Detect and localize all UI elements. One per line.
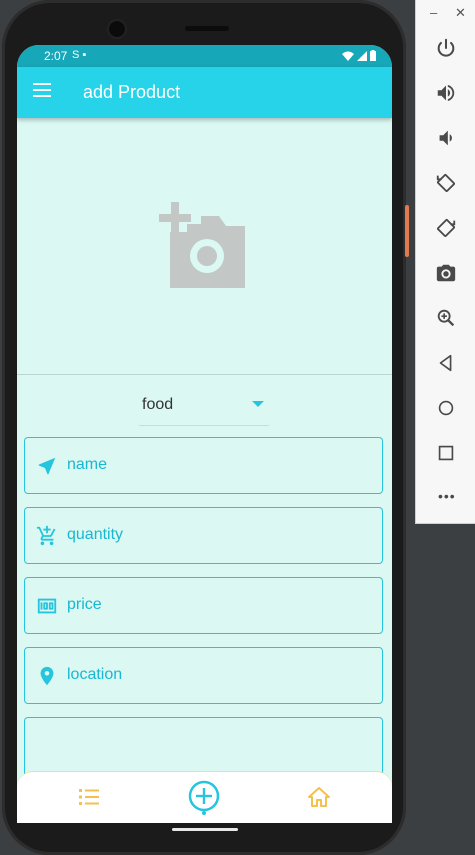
name-field[interactable]	[24, 437, 383, 494]
volume-down-button[interactable]	[434, 126, 458, 150]
signal-icon	[357, 50, 367, 61]
add-circle-icon	[188, 780, 220, 815]
status-notification-icons: S ▪	[72, 49, 87, 61]
home-circle-icon	[438, 400, 454, 416]
dropdown-arrow-icon	[252, 401, 264, 407]
phone-side-button[interactable]	[405, 205, 409, 257]
battery-icon	[370, 50, 376, 61]
navigation-arrow-icon	[38, 457, 56, 475]
rotate-left-button[interactable]	[434, 171, 458, 195]
home-button[interactable]	[434, 396, 458, 420]
nav-list[interactable]	[77, 784, 103, 810]
category-selected-value: food	[142, 396, 174, 413]
add-shopping-cart-icon	[36, 525, 56, 546]
earpiece-speaker	[185, 26, 229, 31]
overview-button[interactable]	[434, 441, 458, 465]
rotate-right-button[interactable]	[434, 216, 458, 240]
menu-icon[interactable]	[33, 83, 51, 97]
minimize-icon[interactable]: –	[430, 5, 437, 20]
power-button[interactable]	[434, 36, 458, 60]
power-icon	[437, 38, 455, 57]
close-icon[interactable]: ✕	[455, 5, 466, 21]
quantity-field[interactable]	[24, 507, 383, 564]
volume-up-icon	[437, 84, 455, 102]
zoom-icon	[437, 309, 455, 327]
price-field[interactable]	[24, 577, 383, 634]
more-icon[interactable]: •••	[438, 488, 456, 504]
rotate-left-icon	[436, 174, 455, 192]
volume-up-button[interactable]	[434, 81, 458, 105]
home-icon	[308, 787, 330, 807]
location-input[interactable]	[67, 666, 367, 684]
volume-down-icon	[439, 130, 452, 146]
zoom-button[interactable]	[434, 306, 458, 330]
wifi-icon	[342, 51, 354, 61]
status-bar: 2:07 S ▪	[17, 45, 392, 67]
overview-icon	[438, 445, 454, 461]
emulator-toolbar: – ✕ •••	[415, 0, 475, 524]
add-a-photo-icon[interactable]	[157, 202, 247, 288]
status-time: 2:07	[44, 49, 68, 63]
back-icon	[439, 354, 452, 372]
page-title: add Product	[83, 82, 181, 102]
nav-add[interactable]	[187, 780, 221, 815]
front-camera	[109, 21, 125, 37]
app-screen: 2:07 S ▪ add Product food	[17, 45, 392, 823]
app-bar: add Product	[17, 67, 392, 118]
camera-icon	[436, 264, 456, 282]
category-dropdown[interactable]: food	[139, 385, 269, 426]
gesture-bar	[172, 828, 238, 831]
location-pin-icon	[40, 666, 54, 686]
screenshot-button[interactable]	[434, 261, 458, 285]
location-field[interactable]	[24, 647, 383, 704]
money-icon	[37, 598, 57, 614]
quantity-input[interactable]	[67, 526, 367, 544]
list-icon	[79, 789, 99, 805]
rotate-right-icon	[437, 219, 456, 237]
price-input[interactable]	[67, 596, 367, 614]
bottom-navigation	[17, 771, 392, 823]
back-button[interactable]	[434, 351, 458, 375]
product-image-picker[interactable]	[17, 118, 392, 375]
name-input[interactable]	[67, 456, 367, 474]
nav-home[interactable]	[306, 784, 332, 810]
